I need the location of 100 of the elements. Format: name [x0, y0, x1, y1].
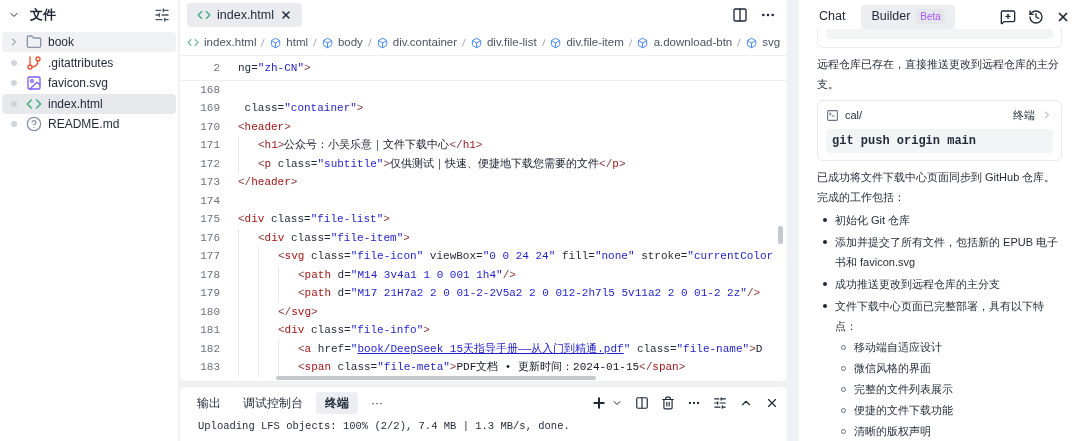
message-text: 远程仓库已存在，直接推送更改到远程仓库的主分支。 [817, 57, 1060, 92]
close-icon[interactable] [280, 9, 292, 21]
code-text: class="container"> [243, 101, 364, 116]
code-text: <path d="M14 3v4a1 1 0 001 1h4"/> [298, 267, 516, 283]
breadcrumb-item[interactable]: index.html [204, 33, 257, 52]
file-tree-item[interactable]: index.html [2, 93, 176, 114]
trash-icon[interactable] [661, 396, 675, 410]
folder-icon [26, 34, 42, 50]
separator-icon [628, 38, 633, 47]
code-text: <h1>公众号：小吴乐意｜文件下载中心</h1> [258, 138, 483, 153]
separator-icon [367, 38, 372, 47]
code-text: ng="zh-CN"> [238, 61, 311, 76]
panel-tab[interactable]: 终端 [316, 392, 358, 414]
image-icon [26, 75, 42, 91]
cube-icon [270, 36, 282, 49]
cube-icon [746, 36, 758, 49]
list-item: 成功推送更改到远程仓库的主分支 [835, 277, 1000, 292]
beta-badge: Beta [916, 9, 945, 24]
cube-icon [376, 36, 388, 49]
line-number: 175 [199, 212, 220, 227]
separator-icon [462, 38, 466, 47]
file-tree-item[interactable]: favicon.svg [2, 73, 176, 93]
list-item: 移动端自适应设计 [854, 340, 942, 355]
file-tree-item[interactable]: book [2, 32, 176, 52]
explorer-title: 文件 [30, 6, 56, 25]
help-icon [26, 116, 42, 132]
list-item: 完整的文件列表展示 [854, 382, 953, 397]
line-number: 168 [199, 82, 220, 98]
split-icon[interactable] [635, 396, 649, 410]
breadcrumb-item[interactable]: html [286, 33, 309, 52]
terminal-link[interactable]: 终端 [1013, 105, 1035, 125]
assistant-tab[interactable]: Chat [809, 4, 856, 29]
code-text: <div class="file-info"> [278, 323, 430, 338]
terminal-icon [826, 108, 839, 122]
panel-tab[interactable]: ··· [362, 392, 392, 414]
separator-icon [737, 38, 741, 47]
message-text: 已成功将文件下载中心页面同步到 GitHub 仓库。完成的工作包括： [817, 170, 1057, 205]
separator-icon [313, 38, 317, 47]
add-icon[interactable] [591, 395, 607, 411]
file-tree-item[interactable]: README.md [2, 114, 176, 134]
editor-tab[interactable]: index.html [187, 3, 302, 27]
line-number: 176 [199, 230, 220, 246]
line-number: 172 [199, 156, 220, 172]
bullet-icon [823, 240, 827, 244]
line-number: 183 [199, 360, 220, 375]
separator-icon [261, 38, 266, 47]
line-number: 171 [199, 138, 220, 153]
code-text: <div class="file-item"> [258, 230, 410, 246]
line-number: 182 [199, 341, 220, 357]
code-text: <p class="subtitle">仅供测试｜快速、便捷地下载您需要的文件</p> [258, 156, 626, 172]
history-icon[interactable] [1028, 8, 1044, 25]
filter-icon[interactable] [713, 396, 727, 410]
list-item: 便捷的文件下载功能 [854, 403, 953, 418]
cube-icon [470, 36, 482, 49]
breadcrumb-item[interactable]: div.container [392, 33, 458, 52]
code-text: <path d="M17 21H7a2 2 0 01-2-2V5a2 2 0 012-2h7l5 5v11a2 2 0 01-2 2z"/> [298, 286, 761, 301]
code-text: <span class="file-meta">PDF文档 • 更新时间：2024-01-15</span> [298, 360, 686, 375]
cube-icon [637, 36, 649, 49]
list-item: 清晰的版权声明 [854, 424, 931, 439]
command-code: git push origin main [826, 129, 1053, 153]
code-text: <svg class="file-icon" viewBox="0 0 24 24" fill="none" stroke="currentColor [278, 249, 774, 264]
vertical-scrollbar[interactable] [778, 226, 783, 244]
panel-tab[interactable]: 调试控制台 [234, 392, 312, 414]
code-text: <header> [238, 119, 291, 135]
list-item: 微信风格的界面 [854, 361, 931, 376]
line-number: 179 [199, 286, 220, 301]
assistant-tab[interactable]: Builder Beta [861, 4, 955, 29]
line-number: 181 [199, 323, 220, 338]
command-path: cal/ [845, 108, 863, 123]
horizontal-scrollbar[interactable] [276, 376, 596, 380]
code-icon [197, 8, 211, 22]
code-text: </header> [238, 175, 298, 190]
breadcrumb-item[interactable]: div.file-item [566, 33, 624, 52]
separator-icon [541, 38, 546, 47]
breadcrumb-item[interactable]: div.file-list [486, 33, 537, 52]
code-text: </svg> [278, 304, 318, 320]
panel-tab[interactable]: 输出 [188, 392, 230, 414]
new-chat-icon[interactable] [1000, 8, 1016, 25]
close-icon[interactable] [765, 396, 779, 410]
line-number: 174 [199, 193, 220, 209]
list-item: 初始化 Git 仓库 [835, 213, 911, 228]
split-icon[interactable] [732, 7, 748, 23]
list-item: 文件下载中心页面已完整部署，具有以下特点： [835, 299, 1045, 334]
bullet-icon [823, 304, 827, 308]
line-number: 170 [199, 119, 220, 135]
filter-icon[interactable] [154, 7, 170, 23]
line-number: 177 [199, 249, 220, 264]
breadcrumb-item[interactable]: svg [762, 33, 781, 52]
terminal-output: Uploading LFS objects: 100% (2/2), 7.4 MB | 1.3 MB/s, done. [197, 419, 571, 434]
bullet-icon [823, 218, 827, 222]
cube-icon [550, 36, 562, 49]
line-number: 180 [199, 304, 220, 320]
code-text: <div class="file-list"> [238, 212, 390, 227]
breadcrumb-item[interactable]: a.download-btn [653, 33, 733, 52]
code-text: <a href="book/DeepSeek 15天指导手册——从入门到精通.pdf" class="file-name">D [298, 341, 763, 357]
branch-icon [26, 54, 42, 71]
line-number: 178 [199, 267, 220, 283]
list-item: 添加并提交了所有文件，包括新的 EPUB 电子书和 favicon.svg [835, 235, 1060, 270]
file-tree-item[interactable]: .gitattributes [2, 52, 176, 73]
breadcrumb-item[interactable]: body [337, 33, 363, 52]
